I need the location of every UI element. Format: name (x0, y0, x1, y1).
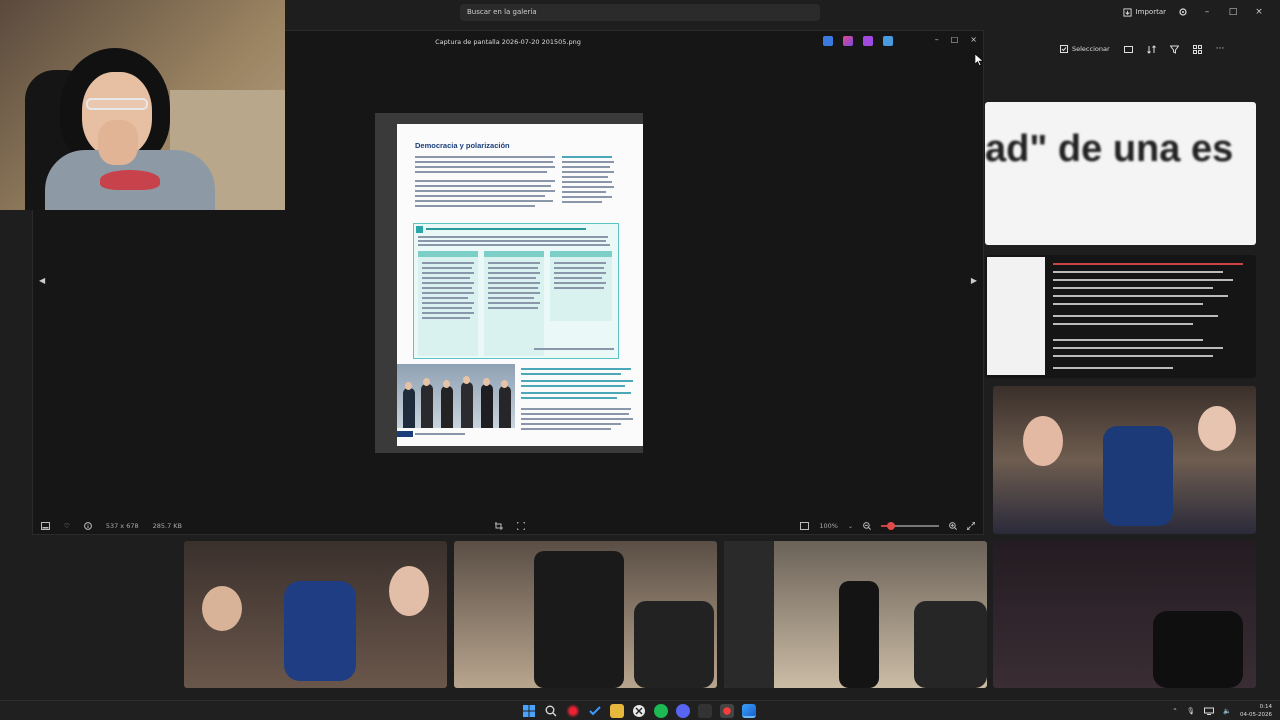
sort-icon[interactable] (1146, 44, 1156, 54)
spotify-icon[interactable] (654, 704, 668, 718)
record-icon[interactable] (720, 704, 734, 718)
title-bar-controls: Importar – □ × (1123, 0, 1280, 24)
thumbnail-doc-screenshot[interactable] (985, 255, 1256, 378)
thumbnail-photo-1[interactable] (184, 541, 447, 688)
image-dimensions: 537 x 678 (105, 522, 139, 530)
crop-icon[interactable] (495, 522, 503, 530)
viewer-minimize-button[interactable]: – (935, 35, 939, 44)
zoom-level[interactable]: 100% (819, 522, 838, 530)
activity-box (413, 223, 619, 359)
network-icon[interactable] (1203, 707, 1214, 715)
viewer-edit-icons (823, 36, 893, 46)
opera-icon[interactable] (566, 704, 580, 718)
viewer-close-button[interactable]: × (970, 35, 977, 44)
thumbnail-photo-3[interactable] (724, 541, 987, 688)
select-button[interactable]: Seleccionar (1060, 45, 1110, 53)
search-icon[interactable] (544, 704, 558, 718)
clipchamp-icon[interactable] (863, 36, 873, 46)
app-icon[interactable] (698, 704, 712, 718)
discord-icon[interactable] (676, 704, 690, 718)
import-label: Importar (1135, 8, 1166, 16)
slideshow-icon[interactable] (1123, 45, 1133, 54)
chevron-up-icon[interactable]: ⌃ (1172, 707, 1177, 715)
document-page: Democracia y polarización (397, 124, 643, 446)
thumbnail-text-screenshot[interactable]: ad" de una es (985, 102, 1256, 245)
politicians-photo (397, 364, 515, 428)
view-icon[interactable] (1192, 44, 1202, 54)
microphone-icon[interactable]: 🎙 (1187, 707, 1195, 715)
file-size: 285.7 KB (152, 522, 183, 530)
clock[interactable]: 0:14 04-05-2026 (1240, 703, 1272, 719)
photos-icon[interactable] (742, 704, 756, 718)
viewer-status-bar: ♡ 537 x 678 285.7 KB 100% ⌄ (33, 517, 983, 535)
settings-icon[interactable] (1178, 7, 1188, 17)
viewer-window-controls: – □ × (935, 35, 977, 44)
edit-icon[interactable] (823, 36, 833, 46)
document-title: Democracia y polarización (415, 141, 510, 150)
filmstrip-icon[interactable] (41, 522, 50, 530)
gallery-toolbar: Seleccionar ··· (1060, 44, 1224, 54)
import-icon (1123, 7, 1132, 17)
checkbox-icon (1060, 45, 1068, 53)
zoom-in-icon[interactable] (949, 522, 957, 530)
favorite-icon[interactable]: ♡ (64, 522, 70, 530)
clock-date: 04-05-2026 (1240, 712, 1272, 718)
next-arrow-icon[interactable]: ▶ (971, 276, 977, 285)
info-icon[interactable] (83, 522, 92, 530)
close-button[interactable]: × (1252, 7, 1266, 17)
fit-icon[interactable] (517, 522, 525, 530)
designer-icon[interactable] (883, 36, 893, 46)
windows-start-icon[interactable] (522, 704, 536, 718)
zoom-out-icon[interactable] (863, 522, 871, 530)
filter-icon[interactable] (1169, 45, 1179, 54)
thumbnail-photo-4[interactable] (993, 541, 1256, 688)
import-button[interactable]: Importar (1123, 7, 1166, 17)
chevron-down-icon[interactable]: ⌄ (848, 523, 853, 530)
fullscreen-icon[interactable] (967, 522, 975, 530)
thumbnail-blurred-text: ad" de una es (985, 128, 1234, 170)
file-explorer-icon[interactable] (610, 704, 624, 718)
previous-arrow-icon[interactable]: ◀ (39, 276, 45, 285)
taskbar-apps (522, 704, 756, 718)
viewer-maximize-button[interactable]: □ (951, 35, 959, 44)
xbox-icon[interactable] (632, 704, 646, 718)
copilot-icon[interactable] (843, 36, 853, 46)
actual-size-icon[interactable] (800, 522, 810, 530)
mouse-cursor (975, 54, 984, 66)
thumbnail-photo-2[interactable] (454, 541, 717, 688)
system-tray: ⌃ 🎙 🔈 0:14 04-05-2026 (1172, 703, 1272, 719)
zoom-slider[interactable] (881, 522, 939, 530)
taskbar: ⌃ 🎙 🔈 0:14 04-05-2026 (0, 700, 1280, 720)
select-label: Seleccionar (1072, 45, 1110, 53)
minimize-button[interactable]: – (1200, 7, 1214, 17)
maximize-button[interactable]: □ (1226, 7, 1240, 17)
webcam-overlay (0, 0, 285, 210)
tasks-icon[interactable] (588, 704, 602, 718)
thumbnail-photo-group[interactable] (993, 386, 1256, 534)
clock-time: 0:14 (1259, 704, 1272, 710)
document-image: Democracia y polarización (375, 113, 643, 453)
more-icon[interactable]: ··· (1216, 44, 1225, 54)
volume-icon[interactable]: 🔈 (1223, 707, 1231, 715)
search-input[interactable]: Buscar en la galería (460, 4, 820, 21)
